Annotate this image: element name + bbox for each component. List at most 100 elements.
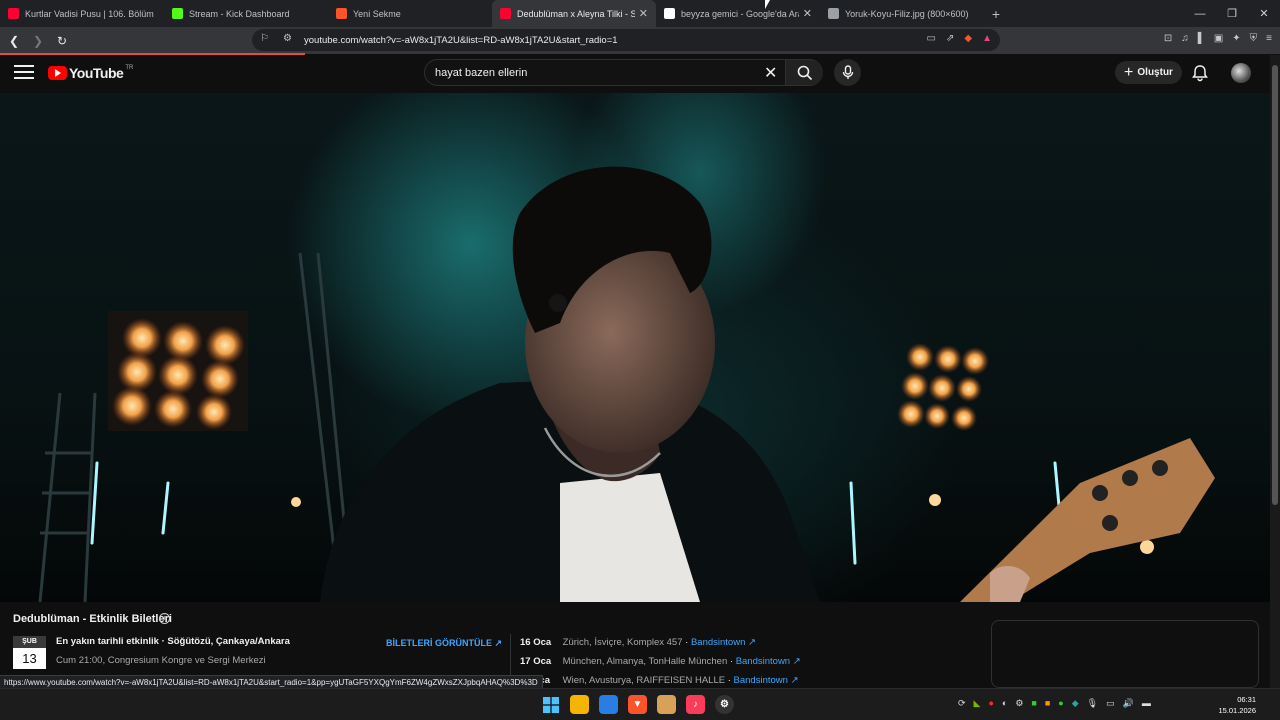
search-icon bbox=[797, 65, 812, 80]
bandsintown-link[interactable]: Bandsintown ↗ bbox=[736, 656, 801, 667]
battery-icon[interactable]: ▬ bbox=[1142, 698, 1151, 709]
tab-title: Dedublüman x Aleyna Tilki - S bbox=[517, 8, 635, 19]
browser-tab[interactable]: Dedublüman x Aleyna Tilki - S ✕ bbox=[492, 0, 656, 27]
minimize-button[interactable]: — bbox=[1184, 0, 1216, 27]
close-tab-icon[interactable]: ✕ bbox=[639, 7, 648, 20]
account-avatar[interactable] bbox=[1231, 63, 1251, 83]
close-tab-icon[interactable]: ✕ bbox=[803, 7, 812, 20]
restore-button[interactable]: ❐ bbox=[1216, 0, 1248, 27]
file-explorer-icon[interactable] bbox=[570, 695, 589, 714]
tray-app-icon[interactable]: ● bbox=[1058, 698, 1063, 709]
microphone-icon bbox=[842, 65, 853, 79]
youtube-play-icon bbox=[48, 66, 67, 80]
browser-tab[interactable]: Yeni Sekme bbox=[328, 0, 492, 27]
nearest-event: En yakın tarihli etkinlik · Söğütözü, Ça… bbox=[56, 636, 290, 647]
globe-icon bbox=[828, 8, 839, 19]
create-button[interactable]: + Oluştur bbox=[1115, 61, 1182, 84]
youtube-icon bbox=[8, 8, 19, 19]
tray-app-icon[interactable]: ⚙ bbox=[1015, 698, 1023, 709]
guide-menu-icon[interactable] bbox=[14, 65, 34, 81]
sync-icon[interactable]: ⟳ bbox=[958, 698, 966, 709]
search-input[interactable]: hayat bazen ellerin bbox=[435, 67, 527, 79]
bookmark-icon[interactable]: ⚐ bbox=[260, 33, 269, 44]
address-bar[interactable]: ⚐ ⚙ youtube.com/watch?v=-aW8x1jTA2U&list… bbox=[252, 29, 1000, 51]
clock-date: 15.01.2026 bbox=[1218, 706, 1256, 715]
youtube-logo[interactable]: YouTube TR bbox=[48, 65, 133, 81]
page-scrollbar[interactable] bbox=[1270, 55, 1280, 688]
country-code: TR bbox=[125, 65, 134, 71]
cast-icon[interactable]: ▭ bbox=[927, 33, 936, 44]
ticket-panel-title: Dedublüman - Etkinlik Biletleri bbox=[13, 613, 172, 625]
windows-start-icon[interactable] bbox=[541, 695, 560, 714]
browser-tab-strip: Kurtlar Vadisi Pusu | 106. Bölüm | Yük St… bbox=[0, 0, 1280, 27]
video-frame bbox=[38, 166, 1215, 602]
music-icon[interactable]: ♪ bbox=[686, 695, 705, 714]
tray-app-icon[interactable]: ◆ bbox=[1072, 698, 1079, 709]
video-player[interactable] bbox=[0, 93, 1270, 602]
guitar-headstock bbox=[960, 438, 1215, 602]
stage-lights-left bbox=[108, 311, 248, 431]
notifications-bell-icon[interactable] bbox=[1190, 63, 1210, 83]
tab-title: Kurtlar Vadisi Pusu | 106. Bölüm | Yük bbox=[25, 8, 156, 19]
tour-date-row: 16 Oca Zürich, İsviçre, Komplex 457 · Ba… bbox=[520, 637, 756, 648]
brave-rewards-icon[interactable]: ▲ bbox=[982, 33, 992, 44]
mouse-cursor bbox=[765, 0, 770, 9]
app-icon[interactable] bbox=[657, 695, 676, 714]
system-tray: ⟳ ◣ ● ◐ ⚙ ■ ■ ● ◆ 🎙 ▭ 🔊 ▬ bbox=[958, 698, 1151, 709]
event-day: 13 bbox=[13, 648, 46, 669]
youtube-header: YouTube TR hayat bazen ellerin ✕ + Oluşt… bbox=[0, 55, 1270, 93]
browser-tab[interactable]: beyyza gemici - Google'da Ara ✕ bbox=[656, 0, 820, 27]
bandsintown-link[interactable]: Bandsintown ↗ bbox=[691, 637, 756, 648]
tray-app-icon[interactable]: ■ bbox=[1045, 698, 1050, 709]
brave-icon[interactable]: ▼ bbox=[628, 695, 647, 714]
reload-button[interactable]: ↻ bbox=[52, 31, 72, 51]
google-icon bbox=[664, 8, 675, 19]
microphone-tray-icon[interactable]: 🎙 bbox=[1087, 698, 1098, 709]
tour-date: 17 Oca bbox=[520, 656, 552, 667]
event-month: ŞUB bbox=[13, 636, 46, 648]
sidebar-icon[interactable]: ▌ bbox=[1198, 33, 1205, 44]
menu-icon[interactable]: ≡ bbox=[1266, 33, 1272, 44]
plus-icon: + bbox=[1124, 63, 1134, 81]
close-window-button[interactable]: ✕ bbox=[1248, 0, 1280, 27]
search-button[interactable] bbox=[785, 60, 823, 85]
brave-shields-icon[interactable]: ◆ bbox=[964, 33, 972, 44]
tour-place: Wien, Avusturya, RAIFFEISEN HALLE bbox=[562, 675, 726, 686]
url-text[interactable]: youtube.com/watch?v=-aW8x1jTA2U&list=RD-… bbox=[304, 35, 618, 46]
wallet-icon[interactable]: ▣ bbox=[1214, 33, 1223, 44]
clear-search-icon[interactable]: ✕ bbox=[764, 63, 777, 83]
vpn-icon[interactable]: ⛨ bbox=[1250, 33, 1258, 44]
media-icon[interactable]: ♫ bbox=[1181, 33, 1189, 44]
site-info-icon[interactable]: ⚙ bbox=[283, 33, 292, 44]
share-icon[interactable]: ⇗ bbox=[946, 33, 954, 44]
search-box[interactable]: hayat bazen ellerin ✕ bbox=[424, 59, 823, 86]
voice-search-button[interactable] bbox=[834, 59, 861, 86]
photos-icon[interactable] bbox=[599, 695, 618, 714]
leo-ai-icon[interactable]: ✦ bbox=[1232, 33, 1240, 44]
system-clock[interactable]: 06:31 15.01.2026 bbox=[1218, 694, 1256, 716]
link-status-url: https://www.youtube.com/watch?v=-aW8x1jT… bbox=[0, 675, 543, 689]
view-tickets-link[interactable]: BİLETLERİ GÖRÜNTÜLE ↗ bbox=[386, 638, 502, 649]
stage-lights-right bbox=[897, 343, 989, 431]
volume-icon[interactable]: 🔊 bbox=[1123, 698, 1134, 709]
scrollbar-thumb[interactable] bbox=[1272, 65, 1278, 505]
back-button[interactable]: ❮ bbox=[4, 31, 24, 51]
new-tab-button[interactable]: + bbox=[984, 6, 1008, 22]
tray-app-icon[interactable]: ■ bbox=[1031, 698, 1036, 709]
browser-tab[interactable]: Stream - Kick Dashboard bbox=[164, 0, 328, 27]
bandsintown-link[interactable]: Bandsintown ↗ bbox=[734, 675, 799, 686]
network-icon[interactable]: ▭ bbox=[1106, 698, 1115, 709]
browser-tab[interactable]: Kurtlar Vadisi Pusu | 106. Bölüm | Yük bbox=[0, 0, 164, 27]
tray-app-icon[interactable]: ◐ bbox=[1002, 698, 1007, 709]
browser-tab[interactable]: Yoruk-Koyu-Filiz.jpg (800×600) bbox=[820, 0, 984, 27]
brave-icon bbox=[336, 8, 347, 19]
tab-title: beyyza gemici - Google'da Ara bbox=[681, 8, 799, 19]
tray-app-icon[interactable]: ● bbox=[988, 698, 993, 709]
forward-button[interactable]: ❯ bbox=[28, 31, 48, 51]
tour-date-row: 17 Oca München, Almanya, TonHalle Münche… bbox=[520, 656, 801, 667]
nvidia-icon[interactable]: ◣ bbox=[974, 698, 981, 709]
info-icon[interactable]: i bbox=[159, 613, 170, 624]
screenshot-icon[interactable]: ⊡ bbox=[1164, 33, 1172, 44]
steam-icon[interactable]: ⚙ bbox=[715, 695, 734, 714]
browser-toolbar: ❮ ❯ ↻ ⚐ ⚙ youtube.com/watch?v=-aW8x1jTA2… bbox=[0, 27, 1280, 54]
